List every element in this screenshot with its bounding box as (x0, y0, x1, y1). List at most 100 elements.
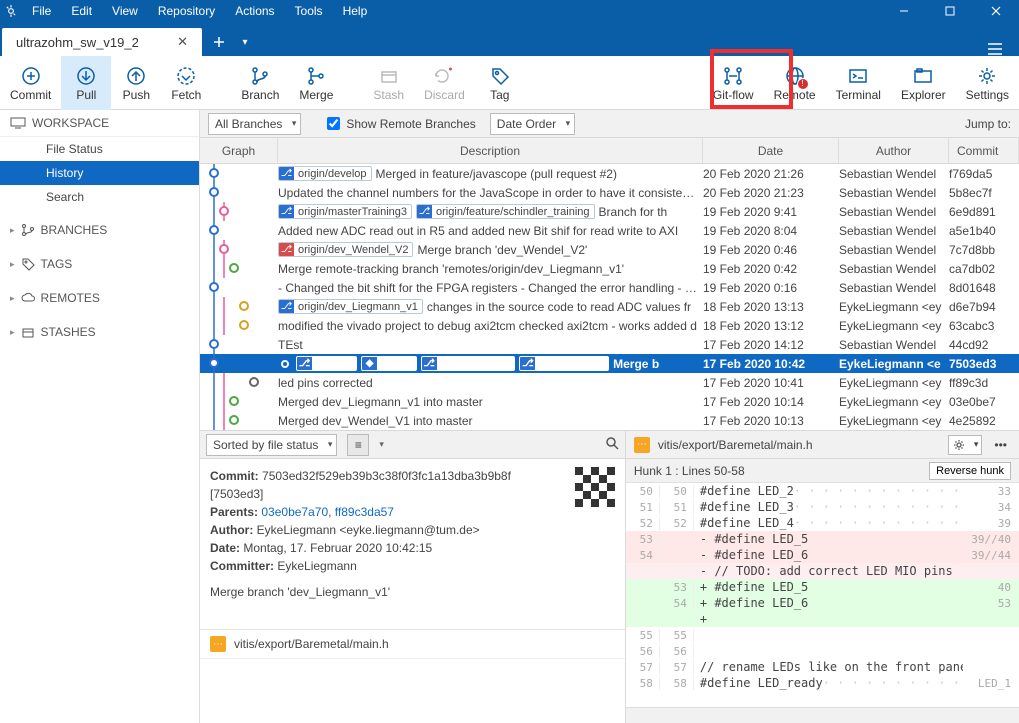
diff-line[interactable]: 54+ #define LED_653 (626, 595, 1019, 611)
diff-scrollbar[interactable] (626, 707, 1019, 723)
window-close[interactable] (973, 0, 1019, 22)
settings-icon (977, 64, 997, 88)
commit-row[interactable]: - Changed the bit shift for the FPGA reg… (200, 278, 1019, 297)
chevron-down-icon[interactable]: ▾ (379, 439, 384, 450)
ref-badge[interactable]: ⎇origin/dev_Wendel_V2 (278, 242, 413, 257)
ref-badge[interactable]: ⎇master (296, 356, 357, 371)
window-minimize[interactable] (881, 0, 927, 22)
ref-badge[interactable]: ⎇origin/develop (278, 166, 372, 181)
menu-file[interactable]: File (22, 4, 61, 18)
stash-icon (379, 64, 399, 88)
terminal-button[interactable]: Terminal (826, 56, 891, 110)
commit-row[interactable]: ⎇origin/masterTraining3 ⎇origin/feature/s… (200, 202, 1019, 221)
commit-row[interactable]: ⎇origin/dev_Liegmann_v1changes in the so… (200, 297, 1019, 316)
diff-line[interactable]: 54- #define LED_639//44 (626, 547, 1019, 563)
diff-line[interactable]: - // TODO: add correct LED MIO pins (626, 563, 1019, 579)
branch-button[interactable]: Branch (231, 56, 289, 110)
diff-line[interactable]: 5858#define LED_ready· · · · · · · · · ·… (626, 675, 1019, 691)
branches-filter[interactable]: All Branches (208, 113, 301, 135)
tab-title: ultrazohm_sw_v19_2 (16, 35, 139, 50)
gitflow-button[interactable]: Git-flow (703, 56, 764, 110)
diff-line[interactable]: 5050#define LED_2· · · · · · · · · · · ·… (626, 483, 1019, 499)
explorer-button[interactable]: Explorer (891, 56, 956, 110)
more-icon[interactable]: ••• (990, 438, 1011, 452)
diff-options[interactable] (948, 435, 982, 455)
search-icon[interactable] (605, 436, 619, 453)
commit-row[interactable]: Merge remote-tracking branch 'remotes/or… (200, 259, 1019, 278)
merge-button[interactable]: Merge (289, 56, 343, 110)
diff-line[interactable]: 53+ #define LED_540 (626, 579, 1019, 595)
ref-badge[interactable]: ⎇origin/masterTraining3 (278, 204, 412, 219)
sidebar-search[interactable]: Search (0, 185, 199, 209)
diff-line[interactable]: + (626, 611, 1019, 627)
ref-badge[interactable]: ⎇origin/HEAD (519, 356, 609, 371)
reverse-hunk-button[interactable]: Reverse hunk (929, 462, 1011, 480)
sidebar-branches[interactable]: ▸ BRANCHES (0, 217, 199, 243)
sort-dropdown[interactable]: Sorted by file status (206, 434, 337, 456)
sidebar-stashes[interactable]: ▸ STASHES (0, 319, 199, 345)
fetch-button[interactable]: Fetch (161, 56, 211, 110)
sidebar-remotes[interactable]: ▸ REMOTES (0, 285, 199, 311)
menu-help[interactable]: Help (333, 4, 378, 18)
parent-link[interactable]: ff89c3da57 (335, 505, 394, 519)
commit-row[interactable]: TEst17 Feb 2020 14:12Sebastian Wendel44c… (200, 335, 1019, 354)
hdr-commit[interactable]: Commit (949, 138, 1019, 163)
diff-line[interactable]: 5252#define LED_4· · · · · · · · · · · ·… (626, 515, 1019, 531)
sidebar-file-status[interactable]: File Status (0, 137, 199, 161)
show-remote-checkbox[interactable] (327, 117, 340, 130)
commit-row[interactable]: modified the vivado project to debug axi… (200, 316, 1019, 335)
commit-row[interactable]: led pins corrected17 Feb 2020 10:41EykeL… (200, 373, 1019, 392)
commit-row[interactable]: Merged dev_Wendel_V1 into master17 Feb 2… (200, 411, 1019, 430)
commit-row[interactable]: Added new ADC read out in R5 and added n… (200, 221, 1019, 240)
ref-badge[interactable]: ◆v0.1.0 (361, 356, 417, 371)
branch-icon (250, 64, 270, 88)
sidebar-history[interactable]: History (0, 161, 199, 185)
add-tab-button[interactable] (202, 28, 236, 56)
diff-line[interactable]: 5656 (626, 643, 1019, 659)
discard-button[interactable]: ● Discard (414, 56, 475, 110)
history-rows: ⎇origin/developMerged in feature/javasco… (200, 164, 1019, 430)
hdr-graph[interactable]: Graph (200, 138, 278, 163)
date-order-filter[interactable]: Date Order (490, 113, 575, 135)
commit-row[interactable]: ⎇master ◆v0.1.0 ⎇origin/master⎇origin/HEAD… (200, 354, 1019, 373)
menu-repository[interactable]: Repository (148, 4, 225, 18)
commit-row[interactable]: Updated the channel numbers for the Java… (200, 183, 1019, 202)
pull-button[interactable]: Pull (61, 56, 111, 110)
app-menu-icon[interactable] (981, 42, 1009, 56)
parent-link[interactable]: 03e0be7a70 (261, 505, 328, 519)
menu-actions[interactable]: Actions (225, 4, 284, 18)
diff-line[interactable]: 5555 (626, 627, 1019, 643)
hdr-description[interactable]: Description (278, 138, 703, 163)
menu-tools[interactable]: Tools (285, 4, 333, 18)
tab-close-icon[interactable]: ✕ (171, 34, 194, 50)
hdr-date[interactable]: Date (703, 138, 839, 163)
changed-file[interactable]: ⋯ vitis/export/Baremetal/main.h (200, 630, 625, 659)
commit-row[interactable]: ⎇origin/dev_Wendel_V2Merge branch 'dev_W… (200, 240, 1019, 259)
sidebar-tags[interactable]: ▸ TAGS (0, 251, 199, 277)
tag-icon (490, 64, 510, 88)
ref-badge[interactable]: ⎇origin/dev_Liegmann_v1 (278, 299, 423, 314)
diff-line[interactable]: 53- #define LED_539//40 (626, 531, 1019, 547)
menu-view[interactable]: View (102, 4, 148, 18)
view-toggle[interactable]: ≡ (347, 434, 369, 456)
menu-edit[interactable]: Edit (61, 4, 102, 18)
commit-row[interactable]: Merged dev_Liegmann_v1 into master17 Feb… (200, 392, 1019, 411)
diff-body[interactable]: 5050#define LED_2· · · · · · · · · · · ·… (626, 483, 1019, 707)
commit-row[interactable]: ⎇origin/developMerged in feature/javasco… (200, 164, 1019, 183)
settings-button[interactable]: Settings (956, 56, 1019, 110)
tab-dropdown-icon[interactable]: ▾ (236, 28, 254, 56)
sidebar-workspace[interactable]: WORKSPACE (0, 110, 199, 137)
push-button[interactable]: Push (111, 56, 161, 110)
diff-line[interactable]: 5151#define LED_3· · · · · · · · · · · ·… (626, 499, 1019, 515)
commit-button[interactable]: Commit (0, 56, 61, 110)
hdr-author[interactable]: Author (839, 138, 949, 163)
diff-line[interactable]: 5757// rename LEDs like on the front pan… (626, 659, 1019, 675)
ref-badge[interactable]: ⎇origin/feature/schindler_training (416, 204, 594, 219)
stash-button[interactable]: Stash (363, 56, 414, 110)
ref-badge[interactable]: ⎇origin/master (421, 356, 516, 371)
remote-button[interactable]: ! Remote (764, 56, 826, 110)
repo-tab[interactable]: ultrazohm_sw_v19_2 ✕ (2, 28, 202, 56)
window-maximize[interactable] (927, 0, 973, 22)
commit-message: Merge branch 'dev_Liegmann_v1' (210, 583, 615, 601)
tag-button[interactable]: Tag (475, 56, 525, 110)
